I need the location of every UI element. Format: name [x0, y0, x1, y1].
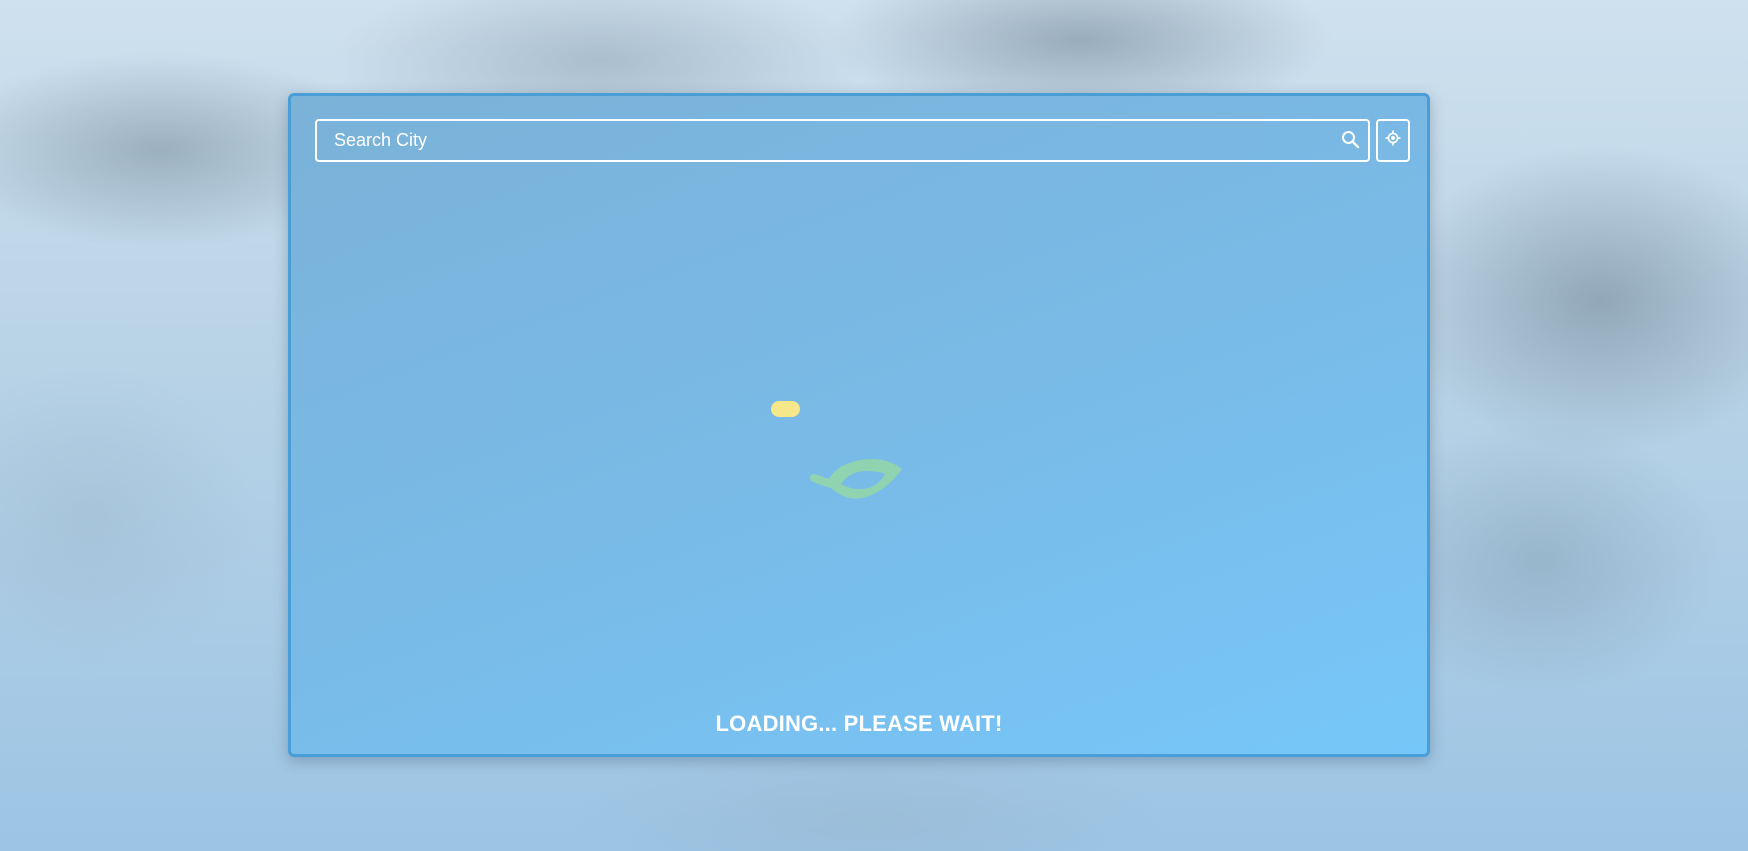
leaf-icon [810, 459, 902, 499]
weather-card: LOADING... PLEASE WAIT! [288, 93, 1430, 757]
search-box [315, 119, 1370, 162]
search-icon[interactable] [1340, 129, 1362, 151]
loading-message: LOADING... PLEASE WAIT! [715, 711, 1003, 736]
current-location-button[interactable] [1376, 119, 1410, 162]
loading-animation [771, 396, 951, 526]
sun-pill-icon [771, 401, 800, 417]
crosshair-location-icon [1385, 130, 1401, 151]
search-input[interactable] [317, 121, 1368, 160]
